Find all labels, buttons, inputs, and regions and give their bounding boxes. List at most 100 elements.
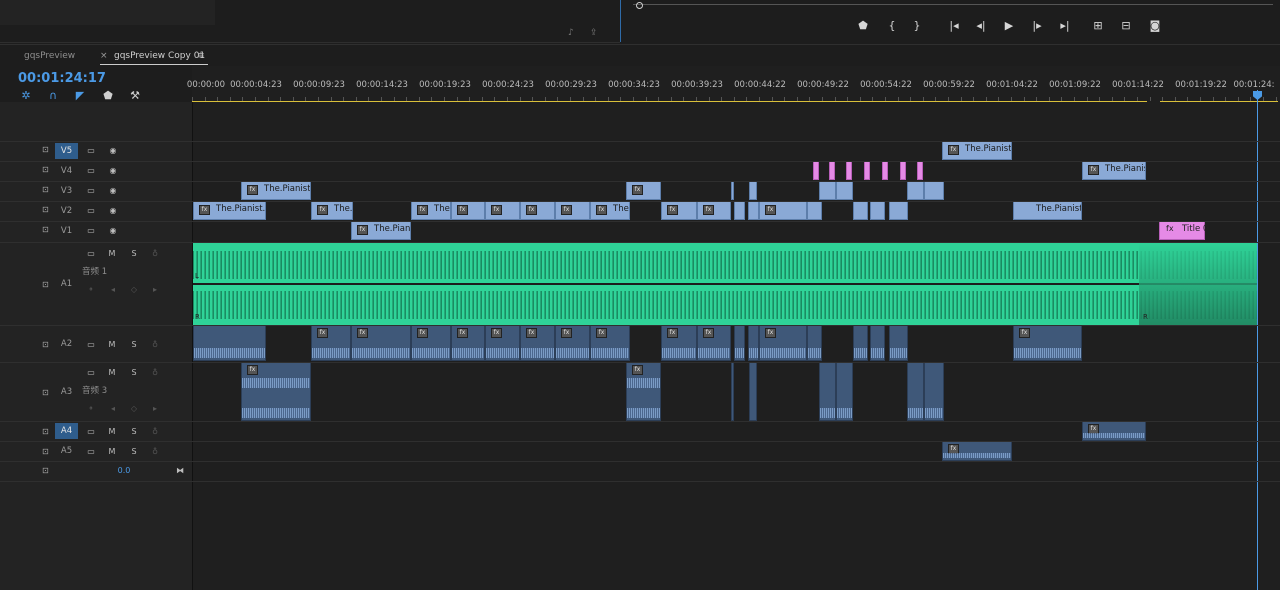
lock-icon[interactable]: ⊡	[42, 281, 50, 289]
track-target-v1[interactable]: V1	[55, 223, 78, 239]
voice-over-mic-icon[interactable]: ♁	[150, 340, 160, 350]
track-target-v5[interactable]: V5	[55, 143, 78, 159]
audio-clip[interactable]	[193, 325, 266, 361]
time-ruler[interactable]: 00:00:00 00:00:04:23 00:00:09:23 00:00:14:2…	[187, 66, 1280, 102]
solo-button[interactable]: S	[129, 447, 139, 457]
video-clip[interactable]: fx The.Pianist.(	[241, 181, 311, 200]
video-clip[interactable]: fx	[661, 201, 697, 220]
toggle-sync-lock-icon[interactable]: ▭	[86, 447, 96, 457]
eye-icon[interactable]: ◉	[108, 226, 118, 236]
audio-clip[interactable]: fx	[661, 325, 697, 361]
go-to-out-icon[interactable]: ▸|	[1056, 18, 1074, 34]
toggle-sync-lock-icon[interactable]: ▭	[86, 249, 96, 259]
audio-clip[interactable]: fx	[485, 325, 520, 361]
solo-button[interactable]: S	[129, 427, 139, 437]
audio-clip[interactable]	[748, 325, 759, 361]
mute-button[interactable]: M	[107, 427, 117, 437]
video-clip[interactable]: fx	[759, 201, 807, 220]
tab-gqspreview[interactable]: gqsPreview	[24, 51, 75, 61]
track-target-a2[interactable]: A2	[55, 336, 78, 352]
video-clip[interactable]: fx The.	[411, 201, 451, 220]
video-clip[interactable]	[748, 201, 759, 220]
track-target-v4[interactable]: V4	[55, 163, 78, 179]
video-clip[interactable]: fx The.	[590, 201, 630, 220]
toggle-sync-lock-icon[interactable]: ▭	[86, 146, 96, 156]
eye-icon[interactable]: ◉	[108, 166, 118, 176]
voice-over-mic-icon[interactable]: ♁	[150, 427, 160, 437]
audio-clip[interactable]	[853, 325, 868, 361]
playhead-timecode[interactable]: 00:01:24:17	[18, 71, 106, 86]
toggle-sync-lock-icon[interactable]: ▭	[86, 226, 96, 236]
audio-clip[interactable]: fx	[1013, 325, 1082, 361]
video-clip[interactable]: fx	[520, 201, 555, 220]
video-clip[interactable]: fx	[555, 201, 590, 220]
mute-button[interactable]: M	[107, 447, 117, 457]
title-clip[interactable]: fx Title 0	[1159, 221, 1208, 240]
video-clip[interactable]	[907, 181, 924, 200]
lock-icon[interactable]: ⊡	[42, 428, 50, 436]
video-clip[interactable]	[853, 201, 868, 220]
previous-keyframe-icon[interactable]: ◂	[108, 285, 118, 295]
video-clip[interactable]: The.Pianist.(	[1013, 201, 1082, 220]
volume-knob-icon[interactable]: ◦	[86, 285, 96, 295]
toggle-sync-lock-icon[interactable]: ▭	[86, 166, 96, 176]
lock-icon[interactable]: ⊡	[42, 448, 50, 456]
video-clip[interactable]: fx The.	[311, 201, 353, 220]
video-clip[interactable]	[749, 181, 757, 200]
video-clip[interactable]: fx The.Pianist	[1082, 161, 1146, 180]
lock-icon[interactable]: ⊡	[42, 341, 50, 349]
voice-over-mic-icon[interactable]: ♁	[150, 368, 160, 378]
audio-clip[interactable]: fx	[942, 441, 1012, 461]
audio-clip[interactable]: fx	[697, 325, 731, 361]
overwrite-icon[interactable]: ⊟	[1117, 18, 1135, 34]
audio-clip[interactable]	[870, 325, 885, 361]
lock-icon[interactable]: ⊡	[42, 166, 50, 174]
audio-clip[interactable]: fx	[311, 325, 351, 361]
lock-icon[interactable]: ⊡	[42, 146, 50, 154]
audio-clip[interactable]: fx	[411, 325, 451, 361]
audio-clip[interactable]: fx	[626, 362, 661, 421]
tab-close-icon[interactable]: ×	[100, 51, 108, 61]
voice-over-mic-icon[interactable]: ♁	[150, 249, 160, 259]
marker-icon[interactable]: ⬟	[101, 89, 115, 102]
title-clip[interactable]	[917, 161, 923, 180]
add-keyframe-icon[interactable]: ◇	[129, 285, 139, 295]
program-scrub-bar[interactable]	[633, 4, 1273, 5]
track-target-a1[interactable]: A1	[55, 276, 78, 292]
video-clip[interactable]: fx	[697, 201, 731, 220]
drag-audio-icon[interactable]: ♪	[568, 28, 574, 38]
mark-out-icon[interactable]: }	[908, 18, 926, 34]
audio-clip[interactable]: fx	[759, 325, 807, 361]
video-clip[interactable]: fx	[451, 201, 485, 220]
add-marker-icon[interactable]: ◤	[73, 89, 87, 102]
timeline-tracks[interactable]: fxThe.Pianist.( fxThe.Pianist fxThe.Pian…	[193, 102, 1280, 590]
title-clip[interactable]	[882, 161, 888, 180]
eye-icon[interactable]: ◉	[108, 206, 118, 216]
audio-clip[interactable]: fx	[520, 325, 555, 361]
title-clip[interactable]	[864, 161, 870, 180]
toggle-sync-lock-icon[interactable]: ▭	[86, 206, 96, 216]
audio-clip[interactable]: fx	[241, 362, 311, 421]
video-clip[interactable]: fx The.Pianis	[351, 221, 411, 240]
track-target-v2[interactable]: V2	[55, 203, 78, 219]
video-clip[interactable]	[731, 181, 734, 200]
marker-icon[interactable]: ⬟	[854, 18, 872, 34]
track-target-a4[interactable]: A4	[55, 423, 78, 439]
lock-icon[interactable]: ⊡	[42, 389, 50, 397]
lock-icon[interactable]: ⊡	[42, 467, 50, 475]
mute-button[interactable]: M	[107, 340, 117, 350]
audio-clip[interactable]: fx	[351, 325, 411, 361]
lock-icon[interactable]: ⊡	[42, 186, 50, 194]
volume-knob-icon[interactable]: ◦	[86, 404, 96, 414]
mute-button[interactable]: M	[107, 368, 117, 378]
title-clip[interactable]	[846, 161, 852, 180]
export-frame-icon[interactable]: ◙	[1146, 18, 1164, 34]
title-clip[interactable]	[900, 161, 906, 180]
previous-keyframe-icon[interactable]: ◂	[108, 404, 118, 414]
settings-wrench-icon[interactable]: ⚒	[128, 89, 142, 102]
tab-menu-icon[interactable]: ≡	[197, 51, 205, 61]
mute-button[interactable]: M	[107, 249, 117, 259]
audio-clip-a1[interactable]: L R R	[193, 243, 1257, 325]
toggle-sync-lock-icon[interactable]: ▭	[86, 368, 96, 378]
video-clip[interactable]	[819, 181, 836, 200]
